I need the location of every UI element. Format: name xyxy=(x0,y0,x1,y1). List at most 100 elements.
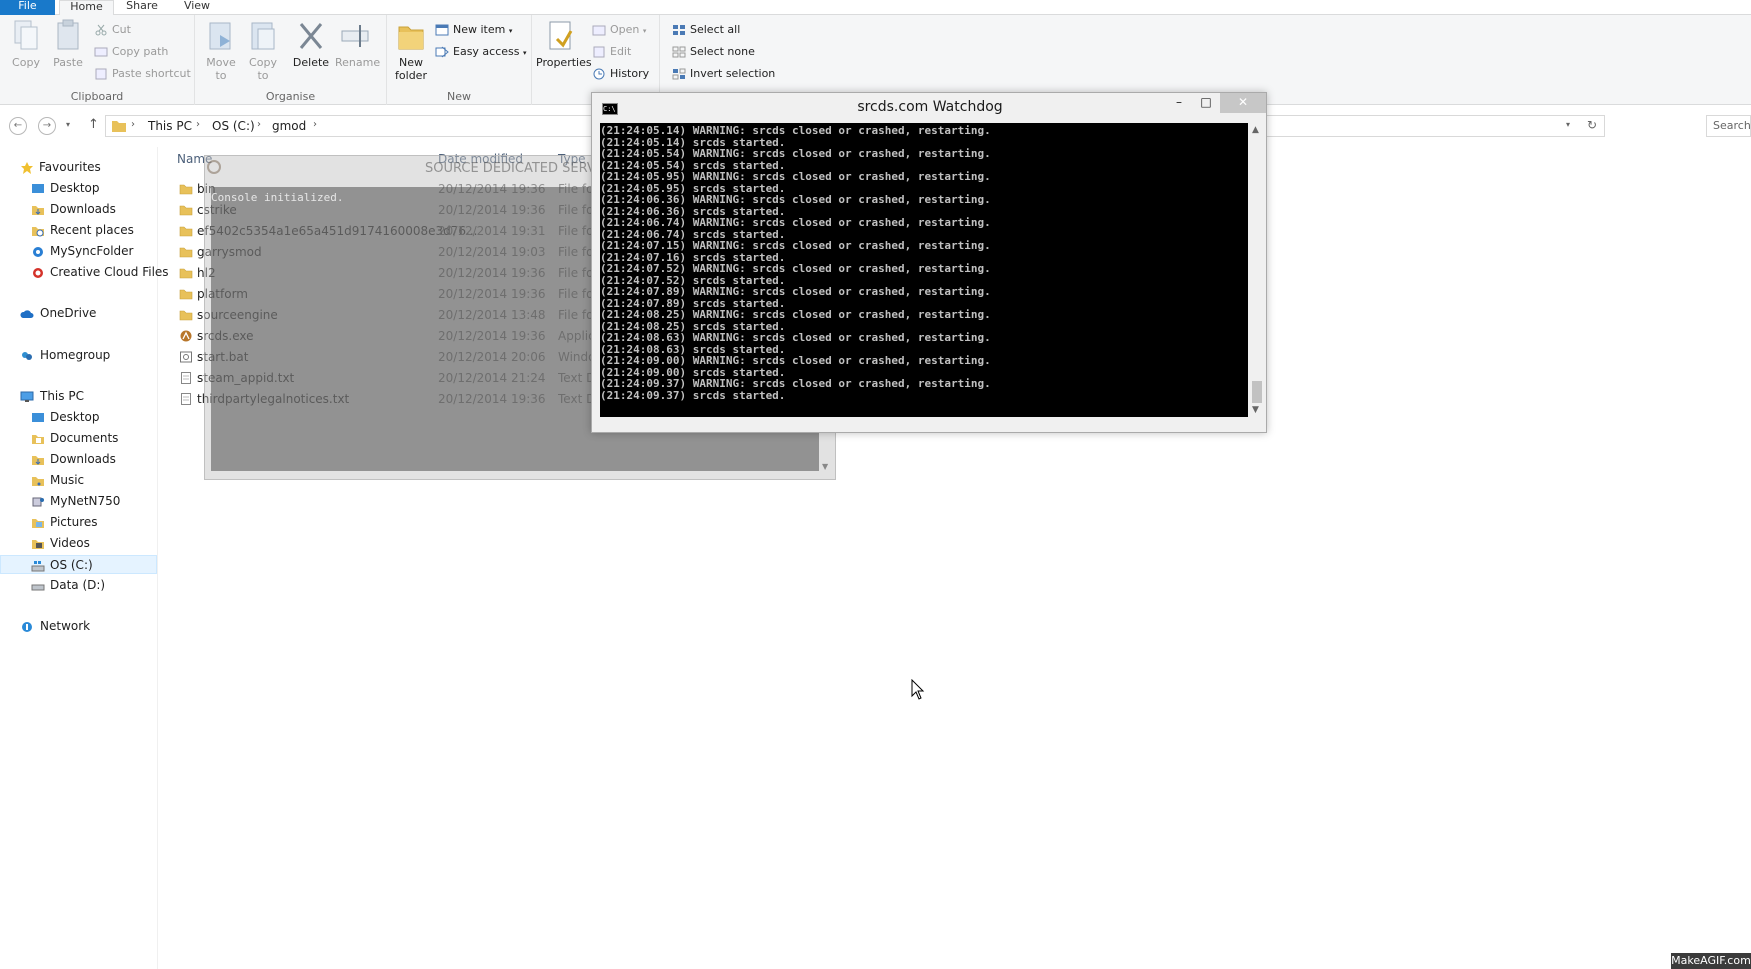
history-button[interactable]: History xyxy=(592,65,649,83)
nav-fav-downloads[interactable]: Downloads xyxy=(0,200,157,219)
folder-icon xyxy=(179,289,193,300)
nav-pc-os-c-label: OS (C:) xyxy=(50,558,93,572)
nav-pc-mynetn750[interactable]: MyNetN750 xyxy=(0,492,157,511)
copy-to-icon xyxy=(251,22,275,50)
tab-view[interactable]: View xyxy=(172,0,222,15)
nav-network[interactable]: Network xyxy=(0,617,157,636)
search-input[interactable]: Search xyxy=(1706,115,1751,137)
desktop-icon xyxy=(32,184,44,193)
chevron-down-icon: ▾ xyxy=(523,49,527,57)
tab-home[interactable]: Home xyxy=(59,0,114,16)
new-folder-button[interactable]: New folder xyxy=(391,19,431,82)
copy-to-button[interactable]: Copy to xyxy=(243,19,283,82)
nav-fav-creative-cloud[interactable]: Creative Cloud Files xyxy=(0,263,169,282)
recent-locations-chevron-icon[interactable]: ▾ xyxy=(66,120,70,129)
nav-this-pc[interactable]: This PC xyxy=(0,387,157,406)
properties-icon xyxy=(549,21,573,50)
network-icon xyxy=(22,622,32,632)
select-all-button[interactable]: Select all xyxy=(672,21,740,39)
move-to-button[interactable]: Move to xyxy=(201,19,241,82)
clipboard-group-label: Clipboard xyxy=(70,90,124,103)
breadcrumb-gmod[interactable]: gmod xyxy=(272,119,306,133)
nav-fav-desktop-label: Desktop xyxy=(50,181,100,195)
nav-pc-pictures[interactable]: Pictures xyxy=(0,513,157,532)
cut-button[interactable]: Cut xyxy=(94,21,131,39)
nav-pc-downloads-label: Downloads xyxy=(50,452,116,466)
select-none-icon xyxy=(672,46,686,58)
invert-selection-button[interactable]: Invert selection xyxy=(672,65,775,83)
srcds-window-title: SOURCE DEDICATED SERVE xyxy=(425,161,605,176)
sync-icon xyxy=(33,247,43,257)
minimize-button[interactable]: – xyxy=(1165,93,1193,113)
creative-cloud-icon xyxy=(33,268,43,278)
address-dropdown-chevron-icon[interactable]: ▾ xyxy=(1566,120,1570,129)
copy-path-button[interactable]: Copy path xyxy=(94,43,168,61)
open-button[interactable]: Open ▾ xyxy=(592,21,646,39)
nav-pc-downloads[interactable]: Downloads xyxy=(0,450,157,469)
scroll-down-arrow-icon[interactable]: ▼ xyxy=(822,462,828,471)
properties-button[interactable]: Properties xyxy=(536,19,592,69)
nav-favourites[interactable]: Favourites xyxy=(0,158,157,177)
paste-shortcut-icon xyxy=(95,68,107,80)
new-folder-icon xyxy=(398,26,424,50)
tab-file[interactable]: File xyxy=(0,0,55,15)
select-none-label: Select none xyxy=(690,45,755,58)
paste-shortcut-button[interactable]: Paste shortcut xyxy=(94,65,191,83)
clipboard-group: Copy Paste Cut Copy path Paste shortcut … xyxy=(0,15,195,105)
nav-pc-data-d-label: Data (D:) xyxy=(50,578,106,592)
chevron-down-icon: ▾ xyxy=(642,27,647,35)
close-button[interactable]: ✕ xyxy=(1220,93,1266,113)
refresh-icon[interactable]: ↻ xyxy=(1587,118,1597,132)
nav-favourites-label: Favourites xyxy=(39,160,101,174)
nav-pc-os-c[interactable]: OS (C:) xyxy=(0,555,157,574)
nav-fav-mysyncfolder[interactable]: MySyncFolder xyxy=(0,242,157,261)
paste-icon xyxy=(57,19,79,50)
copy-path-label: Copy path xyxy=(112,45,169,58)
nav-homegroup[interactable]: Homegroup xyxy=(0,346,157,365)
nav-pc-data-d[interactable]: Data (D:) xyxy=(0,576,157,595)
navigation-pane: Favourites Desktop Downloads Recent plac… xyxy=(0,147,169,969)
forward-button[interactable]: → xyxy=(38,117,56,135)
up-button[interactable]: ↑ xyxy=(88,117,99,132)
videos-icon xyxy=(32,540,44,549)
nav-fav-downloads-label: Downloads xyxy=(50,202,116,216)
delete-button[interactable]: Delete xyxy=(291,19,331,69)
easy-access-button[interactable]: Easy access ▾ xyxy=(435,43,527,61)
rename-button[interactable]: Rename xyxy=(335,19,380,69)
music-icon xyxy=(32,477,44,486)
scrollbar-thumb[interactable] xyxy=(1252,381,1262,403)
scroll-up-arrow-icon[interactable]: ▲ xyxy=(1252,125,1259,135)
select-none-button[interactable]: Select none xyxy=(672,43,755,61)
new-item-button[interactable]: New item ▾ xyxy=(435,21,512,39)
nav-homegroup-label: Homegroup xyxy=(40,348,111,362)
breadcrumb-this-pc[interactable]: This PC xyxy=(148,119,192,133)
nav-pc-music[interactable]: Music xyxy=(0,471,157,490)
nav-fav-desktop[interactable]: Desktop xyxy=(0,179,157,198)
edit-button[interactable]: Edit xyxy=(592,43,631,61)
nav-onedrive[interactable]: OneDrive xyxy=(0,304,157,323)
move-to-label: Move to xyxy=(206,56,236,82)
nav-fav-recent-places[interactable]: Recent places xyxy=(0,221,157,240)
nav-network-label: Network xyxy=(40,619,91,633)
tab-share[interactable]: Share xyxy=(118,0,166,15)
drive-icon xyxy=(31,584,45,591)
nav-pc-desktop[interactable]: Desktop xyxy=(0,408,157,427)
watchdog-scrollbar[interactable]: ▲ ▼ xyxy=(1248,123,1265,417)
folder-icon xyxy=(179,247,193,258)
breadcrumb-os-c[interactable]: OS (C:) xyxy=(212,119,255,133)
back-button[interactable]: ← xyxy=(9,117,27,135)
folder-icon xyxy=(179,226,193,237)
watchdog-window[interactable]: C:\ srcds.com Watchdog – □ ✕ (21:24:05.1… xyxy=(591,92,1267,433)
nav-pc-documents[interactable]: Documents xyxy=(0,429,157,448)
properties-label: Properties xyxy=(536,56,592,69)
scroll-down-arrow-icon[interactable]: ▼ xyxy=(1252,405,1259,415)
paste-label: Paste xyxy=(53,56,83,69)
open-label: Open xyxy=(610,23,640,36)
copy-button[interactable]: Copy xyxy=(6,19,46,69)
nav-onedrive-label: OneDrive xyxy=(40,306,97,320)
paste-button[interactable]: Paste xyxy=(48,19,88,69)
maximize-icon: □ xyxy=(1200,95,1212,109)
maximize-button[interactable]: □ xyxy=(1192,93,1220,113)
nav-pc-videos-label: Videos xyxy=(50,536,90,550)
nav-pc-videos[interactable]: Videos xyxy=(0,534,157,553)
